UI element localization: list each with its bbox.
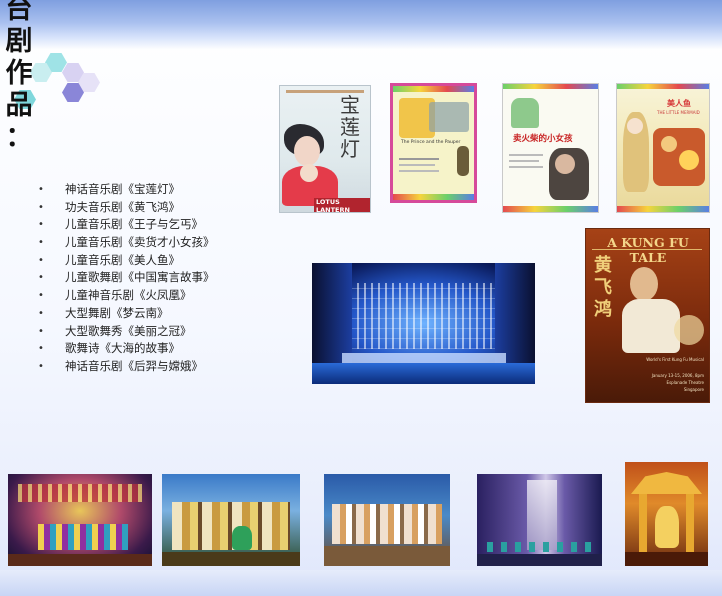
poster-little-match-girl: 卖火柴的小女孩	[502, 83, 599, 213]
list-item: • 歌舞诗《大海的故事》	[38, 341, 180, 356]
page-title: 台 剧 作 品 ：	[5, 0, 33, 153]
stage-photo-blue	[312, 263, 535, 384]
performance-photo-3	[324, 474, 450, 566]
list-item: • 神话音乐剧《后羿与嫦娥》	[38, 358, 203, 373]
performance-photo-1	[8, 474, 152, 566]
list-item: • 儿童歌舞剧《中国寓言故事》	[38, 270, 215, 285]
poster-prince-and-pauper: The Prince and the Pauper	[390, 83, 477, 203]
poster-lotus-lantern: 宝莲灯 LOTUS LANTERN	[279, 85, 371, 213]
poster-kung-fu-tale: A KUNG FU TALE 黄飞鸿 World's First Kung Fu…	[585, 228, 710, 403]
list-item: • 神话音乐剧《宝莲灯》	[38, 182, 180, 196]
list-item: • 儿童音乐剧《卖货才小女孩》	[38, 235, 215, 250]
list-item: • 儿童音乐剧《王子与乞丐》	[38, 217, 203, 232]
list-item: • 功夫音乐剧《黄飞鸿》	[38, 199, 180, 214]
performance-photo-2	[162, 474, 300, 566]
poster-little-mermaid: 美人鱼 THE LITTLE MERMAID	[616, 83, 710, 213]
list-item: • 儿童神音乐剧《火凤凰》	[38, 288, 192, 303]
production-list: • 神话音乐剧《宝莲灯》 • 功夫音乐剧《黄飞鸿》 • 儿童音乐剧《王子与乞丐》 • 儿…	[38, 181, 215, 376]
performance-photo-4	[477, 474, 602, 566]
list-item: • 大型舞剧《梦云南》	[38, 305, 169, 320]
list-item: • 儿童音乐剧《美人鱼》	[38, 252, 180, 267]
bottom-banner	[0, 570, 722, 596]
top-banner	[0, 0, 722, 50]
list-item: • 大型歌舞秀《美丽之冠》	[38, 323, 192, 338]
performance-photo-5	[625, 462, 708, 566]
